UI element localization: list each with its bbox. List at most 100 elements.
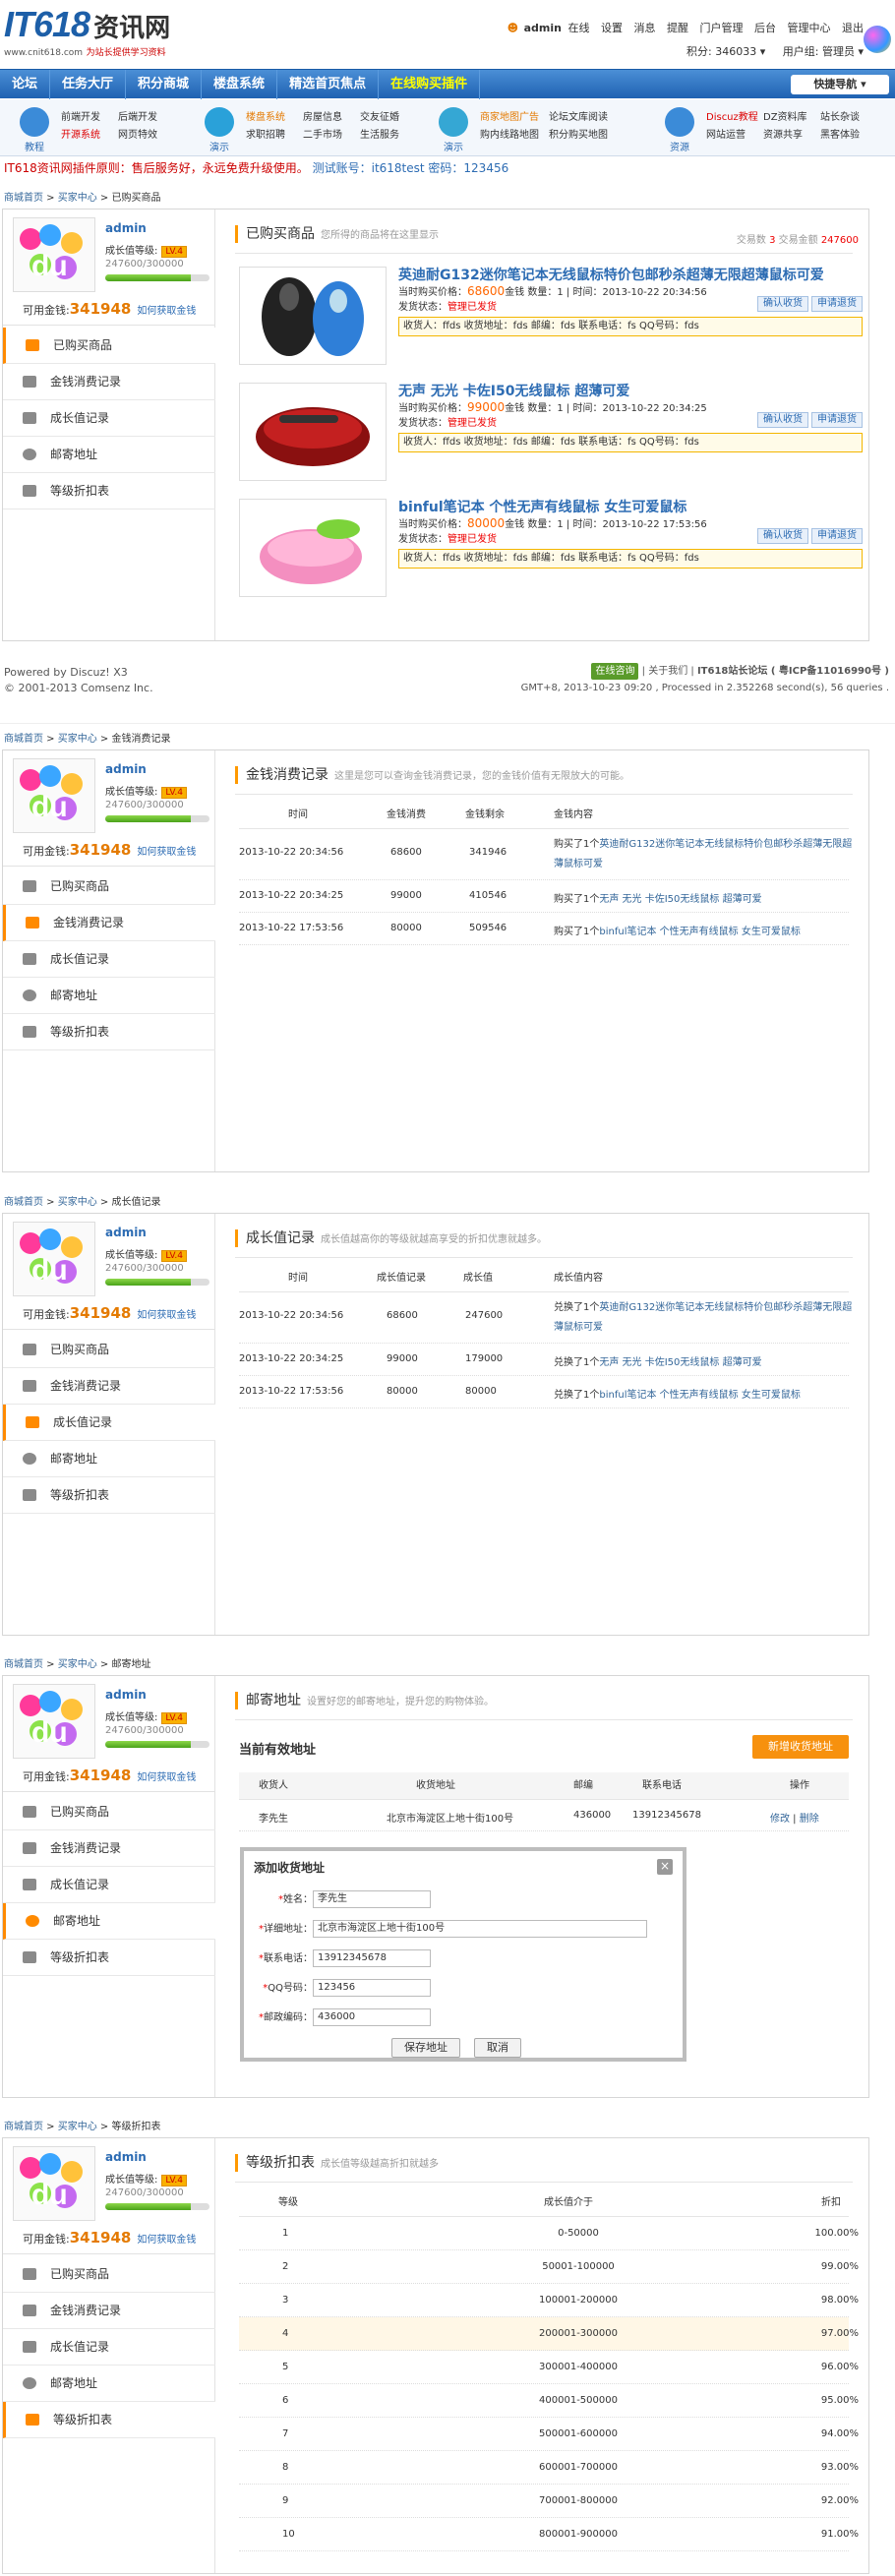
user-name[interactable]: admin [105, 762, 147, 776]
sidebar-item-growth[interactable]: 成长值记录 [3, 2329, 215, 2366]
top-link-notices[interactable]: 提醒 [667, 22, 688, 34]
avatar[interactable]: du [13, 1222, 95, 1296]
top-username[interactable]: admin [524, 22, 562, 34]
zip-input[interactable]: 436000 [313, 2008, 431, 2026]
top-avatar[interactable] [864, 26, 891, 53]
nav-buy-plugin[interactable]: 在线购买插件 [379, 70, 481, 99]
nav-mall[interactable]: 积分商城 [126, 70, 203, 99]
crumb-home[interactable]: 商城首页 [4, 734, 43, 745]
money-help-link[interactable]: 如何获取金钱 [137, 1772, 196, 1783]
site-icp[interactable]: IT618站长论坛 ( 粤ICP备11016990号 ) [697, 666, 889, 677]
sidebar-item-growth[interactable]: 成长值记录 [3, 941, 215, 978]
top-link-admin[interactable]: 后台 [754, 22, 776, 34]
sidebar-item-address[interactable]: 邮寄地址 [3, 437, 215, 473]
cancel-button[interactable]: 取消 [474, 2038, 521, 2058]
sidebar-item-purchased[interactable]: 已购买商品 [3, 1794, 215, 1830]
product-title[interactable]: 无声 无光 卡佐I50无线鼠标 超薄可爱 [398, 383, 866, 400]
sidebar-item-discount[interactable]: 等级折扣表 [3, 1477, 215, 1514]
cat-label[interactable]: 教程 [16, 139, 53, 153]
product-title[interactable]: binful笔记本 个性无声有线鼠标 女生可爱鼠标 [398, 499, 866, 516]
demo-icon[interactable] [205, 107, 234, 137]
money-help-link[interactable]: 如何获取金钱 [137, 2235, 196, 2246]
cat-link[interactable]: 黑客体验 [820, 127, 877, 145]
record-item-link[interactable]: binful笔记本 个性无声有线鼠标 女生可爱鼠标 [599, 1390, 800, 1401]
add-address-button[interactable]: 新增收货地址 [752, 1735, 849, 1759]
record-item-link[interactable]: 英迪耐G132迷你笔记本无线鼠标特价包邮秒杀超薄无限超薄鼠标可爱 [554, 1302, 852, 1333]
avatar[interactable]: du [13, 2146, 95, 2221]
crumb-home[interactable]: 商城首页 [4, 1659, 43, 1670]
quick-nav-button[interactable]: 快捷导航 ▾ [791, 75, 889, 94]
avatar[interactable]: du [13, 758, 95, 833]
sidebar-item-discount[interactable]: 等级折扣表 [3, 2402, 215, 2438]
name-input[interactable]: 李先生 [313, 1890, 431, 1908]
sidebar-item-money[interactable]: 金钱消费记录 [3, 1368, 215, 1405]
confirm-receipt-button[interactable]: 确认收货 [757, 296, 808, 312]
cat-label[interactable]: 资源 [661, 139, 698, 153]
qq-input[interactable]: 123456 [313, 1979, 431, 1997]
crumb-buyer[interactable]: 买家中心 [58, 1659, 97, 1670]
request-refund-button[interactable]: 申请退货 [811, 296, 863, 312]
money-help-link[interactable]: 如何获取金钱 [137, 306, 196, 317]
sidebar-item-address[interactable]: 邮寄地址 [3, 978, 215, 1014]
record-item-link[interactable]: 无声 无光 卡佐I50无线鼠标 超薄可爱 [599, 894, 761, 905]
close-icon[interactable]: × [657, 1859, 673, 1875]
sidebar-item-address[interactable]: 邮寄地址 [3, 1903, 215, 1940]
top-link-messages[interactable]: 消息 [634, 22, 656, 34]
avatar[interactable]: du [13, 1684, 95, 1759]
sidebar-item-growth[interactable]: 成长值记录 [3, 1867, 215, 1903]
crumb-buyer[interactable]: 买家中心 [58, 734, 97, 745]
user-name[interactable]: admin [105, 2150, 147, 2164]
product-title[interactable]: 英迪耐G132迷你笔记本无线鼠标特价包邮秒杀超薄无限超薄鼠标可爱 [398, 267, 866, 284]
product-image[interactable] [239, 267, 387, 365]
sidebar-item-purchased[interactable]: 已购买商品 [3, 1332, 215, 1368]
cat-link[interactable]: 二手市场 [303, 127, 360, 145]
user-name[interactable]: admin [105, 1688, 147, 1702]
record-item-link[interactable]: binful笔记本 个性无声有线鼠标 女生可爱鼠标 [599, 927, 800, 937]
cat-link[interactable]: 前端开发 [61, 109, 118, 127]
cat-link[interactable]: 交友征婚 [360, 109, 417, 127]
cat-link[interactable]: 购内线路地图 [480, 127, 549, 145]
map-icon[interactable] [439, 107, 468, 137]
cat-link[interactable]: 站长杂谈 [820, 109, 877, 127]
top-link-portal[interactable]: 门户管理 [700, 22, 744, 34]
cat-link[interactable]: 资源共享 [763, 127, 820, 145]
sidebar-item-money[interactable]: 金钱消费记录 [3, 364, 215, 400]
tutorial-icon[interactable] [20, 107, 49, 137]
cat-label[interactable]: 演示 [435, 139, 472, 153]
nav-forum[interactable]: 论坛 [0, 70, 51, 99]
request-refund-button[interactable]: 申请退货 [811, 528, 863, 544]
crumb-home[interactable]: 商城首页 [4, 1197, 43, 1208]
sidebar-item-discount[interactable]: 等级折扣表 [3, 473, 215, 509]
sidebar-item-discount[interactable]: 等级折扣表 [3, 1940, 215, 1976]
phone-input[interactable]: 13912345678 [313, 1949, 431, 1967]
cat-link[interactable]: 论坛文库阅读 [549, 109, 620, 127]
top-link-settings[interactable]: 设置 [601, 22, 623, 34]
top-link-manage[interactable]: 管理中心 [788, 22, 831, 34]
request-refund-button[interactable]: 申请退货 [811, 412, 863, 428]
crumb-buyer[interactable]: 买家中心 [58, 2122, 97, 2132]
nav-estate[interactable]: 楼盘系统 [202, 70, 278, 99]
edit-address-link[interactable]: 修改 [770, 1814, 790, 1825]
delete-address-link[interactable]: 删除 [800, 1814, 819, 1825]
user-name[interactable]: admin [105, 1226, 147, 1239]
sidebar-item-money[interactable]: 金钱消费记录 [3, 1830, 215, 1867]
record-item-link[interactable]: 英迪耐G132迷你笔记本无线鼠标特价包邮秒杀超薄无限超薄鼠标可爱 [554, 839, 852, 869]
sidebar-item-purchased[interactable]: 已购买商品 [3, 328, 215, 364]
cat-label[interactable]: 演示 [201, 139, 238, 153]
cat-link[interactable]: 网页特效 [118, 127, 175, 145]
user-name[interactable]: admin [105, 221, 147, 235]
sidebar-item-address[interactable]: 邮寄地址 [3, 1441, 215, 1477]
sidebar-item-purchased[interactable]: 已购买商品 [3, 869, 215, 905]
cat-link[interactable]: DZ资料库 [763, 109, 820, 127]
powered-by[interactable]: Powered by Discuz! X3 [4, 665, 153, 681]
confirm-receipt-button[interactable]: 确认收货 [757, 412, 808, 428]
sidebar-item-discount[interactable]: 等级折扣表 [3, 1014, 215, 1050]
crumb-buyer[interactable]: 买家中心 [58, 1197, 97, 1208]
crumb-buyer[interactable]: 买家中心 [58, 193, 97, 204]
resource-icon[interactable] [665, 107, 694, 137]
money-help-link[interactable]: 如何获取金钱 [137, 847, 196, 858]
product-image[interactable] [239, 383, 387, 481]
money-help-link[interactable]: 如何获取金钱 [137, 1310, 196, 1321]
crumb-home[interactable]: 商城首页 [4, 2122, 43, 2132]
sidebar-item-growth[interactable]: 成长值记录 [3, 400, 215, 437]
